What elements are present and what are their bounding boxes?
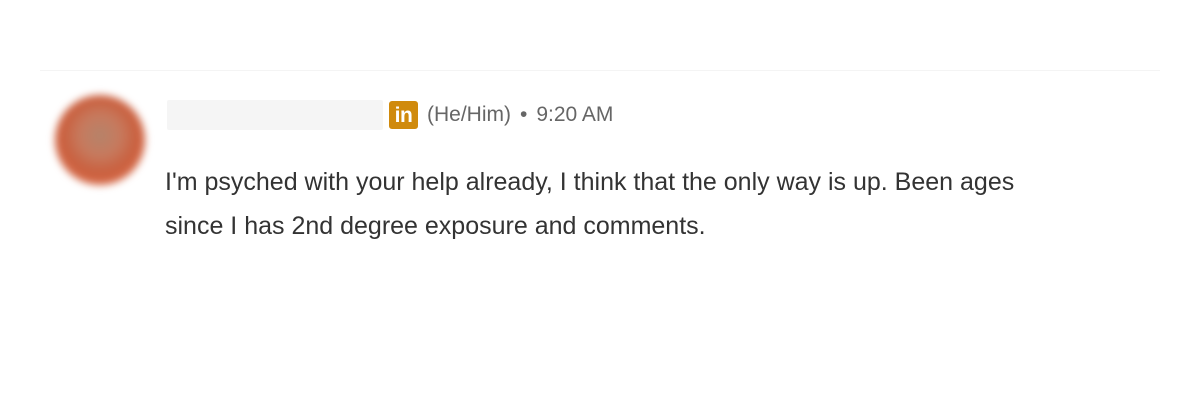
author-name[interactable] — [167, 100, 383, 130]
comment-timestamp: 9:20 AM — [536, 103, 614, 126]
author-pronouns: (He/Him) — [427, 103, 511, 126]
avatar[interactable] — [55, 95, 145, 185]
comment-text: I'm psyched with your help already, I th… — [165, 168, 1015, 240]
separator-dot: • — [520, 103, 528, 126]
comment-header: in (He/Him) • 9:20 AM — [167, 98, 613, 132]
linkedin-icon: in — [389, 101, 418, 129]
comment-item: in (He/Him) • 9:20 AM I'm psyched with y… — [0, 0, 1200, 400]
